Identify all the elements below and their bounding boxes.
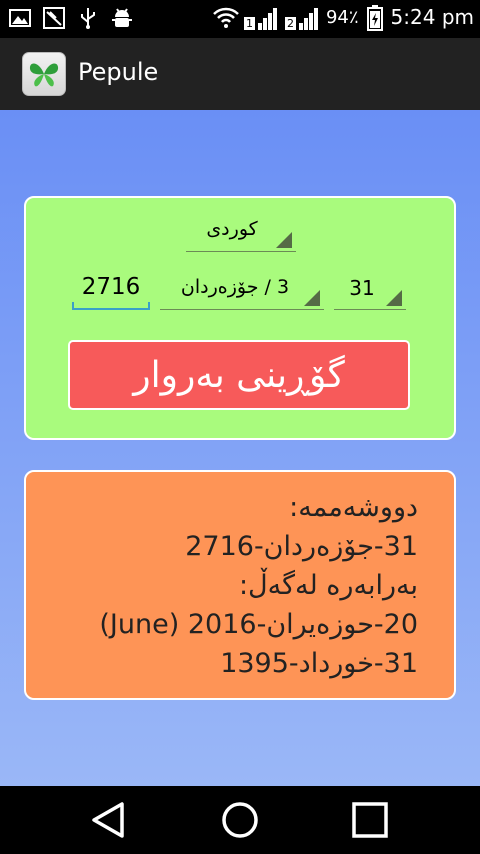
- status-bar: 1 2 94٪ 5:24 pm: [0, 0, 480, 38]
- result-weekday: دووشەممە:: [289, 492, 418, 523]
- wifi-icon: [212, 5, 239, 29]
- recents-button[interactable]: [340, 798, 400, 842]
- day-spinner[interactable]: 31: [334, 270, 406, 310]
- convert-button-label: گۆڕینی بەروار: [133, 354, 345, 396]
- result-gregorian-date: 20-حوزەیران-2016 (June): [99, 609, 418, 640]
- gallery-icon: [8, 6, 32, 30]
- sim1-signal-icon: 1: [243, 4, 277, 30]
- back-button[interactable]: [78, 798, 138, 842]
- dropdown-arrow-icon: [276, 232, 292, 248]
- clock: 5:24 pm: [390, 5, 474, 29]
- usb-icon: [76, 6, 100, 30]
- navigation-bar: [0, 786, 480, 854]
- year-input[interactable]: 2716: [72, 272, 150, 310]
- result-persian-date: 31-خورداد-1395: [220, 648, 418, 679]
- app-notification-icon: [42, 6, 66, 30]
- result-text: دووشەممە: 31-جۆزەردان-2716 بەرابەرە لەگە…: [38, 488, 418, 683]
- back-icon: [92, 802, 124, 838]
- battery-charging-icon: [366, 5, 383, 31]
- result-card: دووشەممە: 31-جۆزەردان-2716 بەرابەرە لەگە…: [24, 470, 456, 700]
- result-kurdish-date: 31-جۆزەردان-2716: [185, 531, 418, 562]
- year-value: 2716: [81, 274, 141, 300]
- android-debug-icon: [110, 6, 134, 30]
- dropdown-arrow-icon: [304, 290, 320, 306]
- home-icon: [222, 802, 258, 838]
- converter-card: کوردی 2716 3 / جۆزەردان 31 گۆڕینی بەروار: [24, 196, 456, 440]
- app-title: Pepule: [78, 58, 159, 86]
- result-equivalent-label: بەرابەرە لەگەڵ:: [238, 570, 418, 601]
- action-bar: Pepule: [0, 38, 480, 110]
- sim2-label: 2: [284, 17, 296, 30]
- convert-date-button[interactable]: گۆڕینی بەروار: [68, 340, 410, 410]
- month-value: 3 / جۆزەردان: [180, 276, 290, 298]
- sim1-label: 1: [243, 17, 255, 30]
- home-button[interactable]: [210, 798, 270, 842]
- sim2-signal-icon: 2: [284, 4, 318, 30]
- month-spinner[interactable]: 3 / جۆزەردان: [160, 270, 324, 310]
- battery-percent: 94٪: [325, 6, 359, 28]
- dropdown-arrow-icon: [386, 290, 402, 306]
- main-content: کوردی 2716 3 / جۆزەردان 31 گۆڕینی بەروار…: [0, 110, 480, 786]
- language-spinner[interactable]: کوردی: [186, 218, 296, 252]
- butterfly-logo-icon: [22, 52, 66, 96]
- recents-icon: [352, 802, 388, 838]
